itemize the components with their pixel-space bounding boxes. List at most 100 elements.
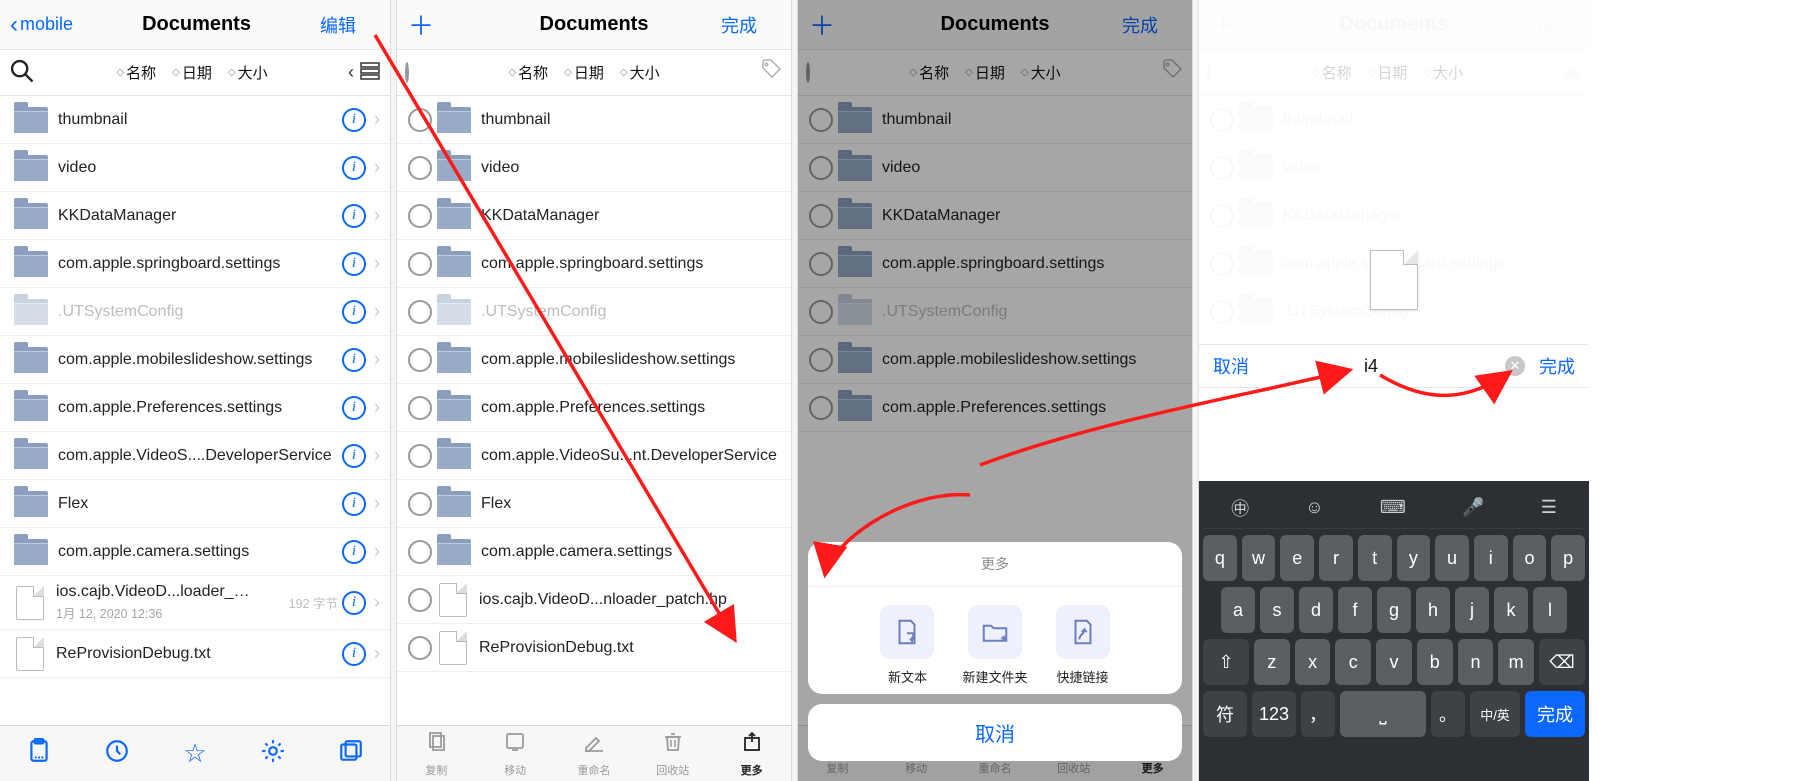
new-text-action[interactable]: 新文本 <box>880 605 934 686</box>
list-item[interactable]: KKDataManageri› <box>0 192 390 240</box>
key-m[interactable]: m <box>1498 639 1534 685</box>
info-icon[interactable]: i <box>342 108 366 132</box>
clear-icon[interactable]: ✕ <box>1505 356 1525 376</box>
list-item[interactable]: com.apple.springboard.settingsi› <box>0 240 390 288</box>
select-circle[interactable] <box>408 588 432 612</box>
select-circle[interactable] <box>408 252 432 276</box>
shortcut-action[interactable]: 快捷链接 <box>1056 605 1110 686</box>
key-w[interactable]: w <box>1242 535 1276 581</box>
list-item[interactable]: thumbnail <box>397 96 791 144</box>
key-z[interactable]: z <box>1254 639 1290 685</box>
key-r[interactable]: r <box>1319 535 1353 581</box>
select-circle[interactable] <box>408 396 432 420</box>
sort-name[interactable]: ◇名称 <box>508 62 548 83</box>
done-button[interactable]: 完成 <box>721 12 757 38</box>
symbol-key[interactable]: 符 <box>1203 691 1247 737</box>
tab-windows[interactable] <box>321 738 381 770</box>
emoji-icon[interactable]: ☺ <box>1305 497 1323 518</box>
select-all-toggle[interactable] <box>405 64 409 81</box>
info-icon[interactable]: i <box>342 540 366 564</box>
key-d[interactable]: d <box>1299 587 1333 633</box>
copy-button[interactable]: 复制 <box>406 730 466 778</box>
more-button[interactable]: 更多 <box>722 730 782 778</box>
back-button[interactable]: ‹ mobile <box>10 11 73 39</box>
list-item[interactable]: .UTSystemConfigi› <box>0 288 390 336</box>
list-item[interactable]: ios.cajb.VideoD...loader_patch.hp1月 12, … <box>0 576 390 630</box>
list-item[interactable]: videoi› <box>0 144 390 192</box>
info-icon[interactable]: i <box>342 396 366 420</box>
tab-recent[interactable] <box>87 738 147 770</box>
add-button[interactable]: ＋ <box>407 6 435 43</box>
key-q[interactable]: q <box>1203 535 1237 581</box>
list-item[interactable]: com.apple.mobileslideshow.settings <box>397 336 791 384</box>
list-item[interactable]: com.apple.Preferences.settings <box>397 384 791 432</box>
list-item[interactable]: ios.cajb.VideoD...nloader_patch.hp <box>397 576 791 624</box>
period-key[interactable]: 。 <box>1431 691 1465 737</box>
tab-favorites[interactable]: ☆ <box>165 738 225 769</box>
tab-clipboard[interactable] <box>9 738 69 770</box>
key-g[interactable]: g <box>1377 587 1411 633</box>
new-folder-action[interactable]: 新建文件夹 <box>962 605 1027 686</box>
info-icon[interactable]: i <box>342 252 366 276</box>
key-k[interactable]: k <box>1494 587 1528 633</box>
comma-key[interactable]: ， <box>1301 691 1335 737</box>
list-item[interactable]: .UTSystemConfig <box>397 288 791 336</box>
key-a[interactable]: a <box>1221 587 1255 633</box>
info-icon[interactable]: i <box>342 156 366 180</box>
key-v[interactable]: v <box>1376 639 1412 685</box>
key-s[interactable]: s <box>1260 587 1294 633</box>
info-icon[interactable]: i <box>342 642 366 666</box>
info-icon[interactable]: i <box>342 348 366 372</box>
rename-input[interactable]: i4 <box>1249 356 1493 377</box>
key-b[interactable]: b <box>1417 639 1453 685</box>
search-icon[interactable] <box>8 57 36 89</box>
list-item[interactable]: ReProvisionDebug.txti› <box>0 630 390 678</box>
sheet-cancel[interactable]: 取消 <box>808 704 1182 761</box>
sort-name[interactable]: ◇名称 <box>116 62 156 83</box>
edit-button[interactable]: 编辑 <box>320 12 356 38</box>
sort-date[interactable]: ◇日期 <box>564 62 604 83</box>
select-circle[interactable] <box>408 348 432 372</box>
list-item[interactable]: Flex <box>397 480 791 528</box>
key-j[interactable]: j <box>1455 587 1489 633</box>
return-key[interactable]: 完成 <box>1525 691 1585 737</box>
select-circle[interactable] <box>408 156 432 180</box>
info-icon[interactable]: i <box>342 444 366 468</box>
key-p[interactable]: p <box>1551 535 1585 581</box>
key-o[interactable]: o <box>1513 535 1547 581</box>
key-l[interactable]: l <box>1533 587 1567 633</box>
backspace-key[interactable]: ⌫ <box>1539 639 1585 685</box>
key-n[interactable]: n <box>1458 639 1494 685</box>
language-key[interactable]: 中/英 <box>1470 691 1520 737</box>
keyboard[interactable]: ㊥ ☺ ⌨ 🎤 ☰ qwertyuiop asdfghjkl ⇧ zxcvbnm… <box>1199 481 1589 781</box>
rename-done[interactable]: 完成 <box>1539 353 1575 379</box>
key-h[interactable]: h <box>1416 587 1450 633</box>
number-key[interactable]: 123 <box>1252 691 1296 737</box>
view-toggle-icon[interactable] <box>358 59 382 87</box>
select-circle[interactable] <box>408 492 432 516</box>
space-key[interactable]: ⎵ <box>1340 691 1426 737</box>
key-y[interactable]: y <box>1397 535 1431 581</box>
list-item[interactable]: com.apple.mobileslideshow.settingsi› <box>0 336 390 384</box>
shift-key[interactable]: ⇧ <box>1203 639 1249 685</box>
rename-cancel[interactable]: 取消 <box>1213 353 1249 379</box>
key-e[interactable]: e <box>1280 535 1314 581</box>
key-i[interactable]: i <box>1474 535 1508 581</box>
info-icon[interactable]: i <box>342 300 366 324</box>
ime-icon[interactable]: ㊥ <box>1231 495 1249 521</box>
info-icon[interactable]: i <box>342 591 366 615</box>
list-item[interactable]: ReProvisionDebug.txt <box>397 624 791 672</box>
key-u[interactable]: u <box>1435 535 1469 581</box>
select-circle[interactable] <box>408 636 432 660</box>
list-item[interactable]: com.apple.springboard.settings <box>397 240 791 288</box>
rename-button[interactable]: 重命名 <box>564 730 624 778</box>
list-item[interactable]: video <box>397 144 791 192</box>
sort-date[interactable]: ◇日期 <box>172 62 212 83</box>
info-icon[interactable]: i <box>342 492 366 516</box>
info-icon[interactable]: i <box>342 204 366 228</box>
list-item[interactable]: KKDataManager <box>397 192 791 240</box>
list-item[interactable]: com.apple.VideoS....DeveloperServicei› <box>0 432 390 480</box>
list-item[interactable]: com.apple.Preferences.settingsi› <box>0 384 390 432</box>
select-circle[interactable] <box>408 444 432 468</box>
sort-size[interactable]: ◇大小 <box>620 62 660 83</box>
